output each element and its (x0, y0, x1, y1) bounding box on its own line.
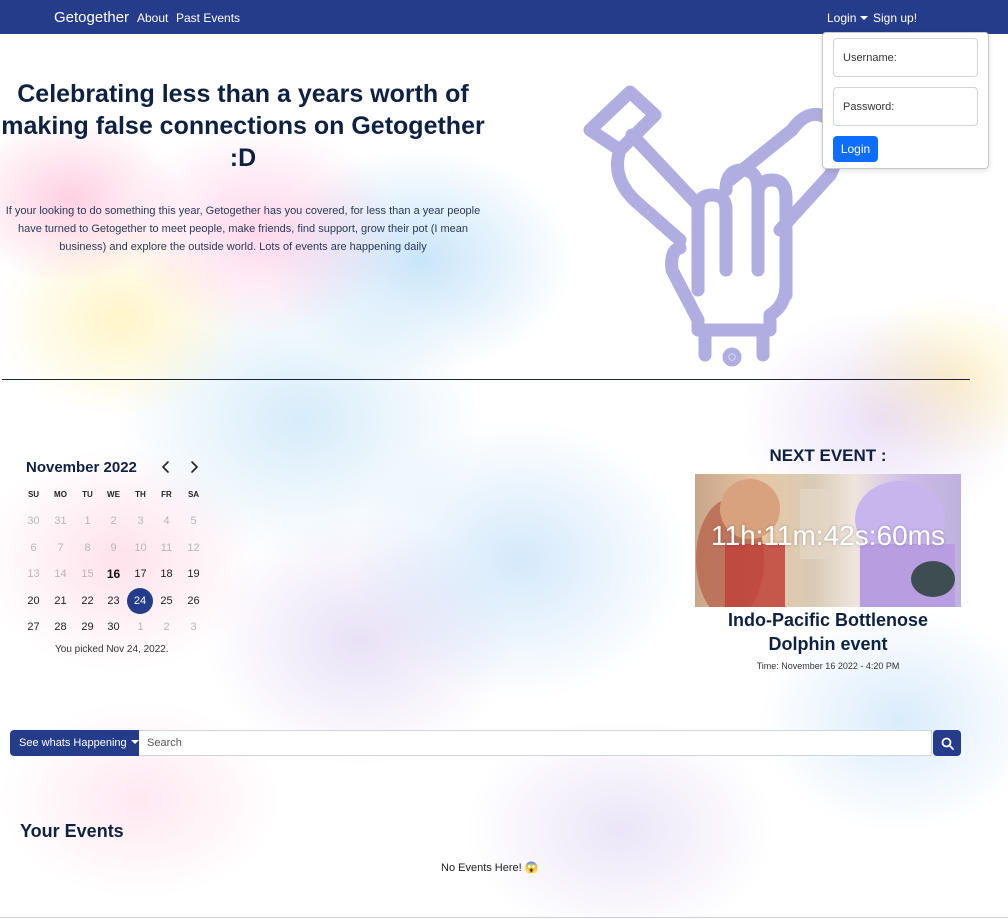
calendar-day[interactable]: 1 (74, 508, 101, 534)
weekday-label: SU (27, 490, 40, 499)
calendar-day[interactable]: 12 (180, 535, 207, 561)
next-event-name[interactable]: Indo-Pacific Bottlenose Dolphin event (695, 608, 961, 656)
login-dropdown-menu: Login (822, 32, 989, 169)
calendar-day[interactable]: 10 (127, 535, 154, 561)
calendar-day[interactable]: 15 (74, 561, 101, 587)
event-countdown: 11h:11m:42s:60ms (711, 520, 945, 551)
calendar-day[interactable]: 22 (74, 588, 101, 614)
calendar-day[interactable]: 2 (153, 614, 180, 640)
calendar-day[interactable]: 26 (180, 588, 207, 614)
next-event-image[interactable]: 11h:11m:42s:60ms (695, 474, 961, 607)
hero-title: Celebrating less than a years worth of m… (1, 80, 485, 172)
your-events-heading: Your Events (20, 821, 124, 841)
weekday-label: FR (161, 490, 172, 499)
weekday-label: TU (82, 490, 93, 499)
calendar-day[interactable]: 19 (180, 561, 207, 587)
username-input[interactable] (833, 38, 978, 77)
calendar-day[interactable]: 4 (153, 508, 180, 534)
calendar-day[interactable]: 9 (100, 535, 127, 561)
login-submit-button[interactable]: Login (833, 136, 878, 162)
weekday-label: MO (54, 490, 67, 499)
calendar-day[interactable]: 2 (100, 508, 127, 534)
calendar-day[interactable]: 18 (153, 561, 180, 587)
nav-login-dropdown[interactable]: Login (827, 11, 869, 25)
calendar-day[interactable]: 3 (127, 508, 154, 534)
calendar-month-label: November 2022 (26, 459, 137, 476)
search-bar: See whats Happening (10, 730, 961, 756)
calendar-day[interactable]: 1 (127, 614, 154, 640)
filter-dropdown-button[interactable]: See whats Happening (10, 730, 139, 756)
calendar-day[interactable]: 7 (47, 535, 74, 561)
calendar-picked-text: You picked Nov 24, 2022. (55, 644, 169, 655)
calendar-day[interactable]: 6 (20, 535, 47, 561)
calendar-day[interactable]: 29 (74, 614, 101, 640)
calendar-day[interactable]: 16 (100, 561, 127, 587)
no-events-message: No Events Here! 😱 (441, 862, 539, 874)
search-button[interactable] (933, 730, 961, 756)
calendar-day[interactable]: 24 (127, 588, 153, 614)
weekday-label: TH (135, 490, 146, 499)
stacked-hands-icon (583, 85, 846, 367)
section-divider (2, 379, 970, 380)
calendar-day[interactable]: 20 (20, 588, 47, 614)
calendar-day[interactable]: 25 (153, 588, 180, 614)
nav-past-events-link[interactable]: Past Events (176, 11, 240, 25)
weekday-label: SA (187, 490, 200, 499)
calendar-day[interactable]: 27 (20, 614, 47, 640)
search-input[interactable] (139, 730, 932, 756)
filter-dropdown-label: See whats Happening (19, 737, 127, 749)
nav-signup-link[interactable]: Sign up! (873, 11, 917, 25)
calendar-day[interactable]: 21 (47, 588, 74, 614)
password-input[interactable] (833, 87, 978, 126)
hero-description: If your looking to do something this yea… (5, 205, 481, 253)
calendar-day[interactable]: 8 (74, 535, 101, 561)
calendar-day[interactable]: 11 (153, 535, 180, 561)
calendar-day[interactable]: 13 (20, 561, 47, 587)
calendar-day[interactable]: 3 (180, 614, 207, 640)
page-bottom-border (0, 917, 1008, 918)
nav-about-link[interactable]: About (137, 11, 168, 25)
calendar-day[interactable]: 23 (100, 588, 127, 614)
weekday-label: WE (107, 490, 120, 499)
brand-link[interactable]: Getogether (54, 9, 129, 26)
calendar-day[interactable]: 31 (47, 508, 74, 534)
chevron-left-icon[interactable] (157, 458, 175, 476)
nav-login-label: Login (827, 11, 857, 25)
caret-down-icon (860, 16, 869, 20)
calendar-day[interactable]: 30 (20, 508, 47, 534)
calendar-day[interactable]: 30 (100, 614, 127, 640)
next-event-time: Time: November 16 2022 - 4:20 PM (756, 661, 900, 671)
calendar-day[interactable]: 14 (47, 561, 74, 587)
chevron-right-icon[interactable] (185, 458, 203, 476)
search-icon (941, 737, 954, 750)
next-event-heading: NEXT EVENT : (769, 446, 887, 465)
calendar-day[interactable]: 5 (180, 508, 207, 534)
calendar-day[interactable]: 17 (127, 561, 154, 587)
caret-down-icon (130, 740, 139, 744)
top-navbar: Getogether About Past Events Login Sign … (0, 0, 1008, 34)
calendar-day[interactable]: 28 (47, 614, 74, 640)
